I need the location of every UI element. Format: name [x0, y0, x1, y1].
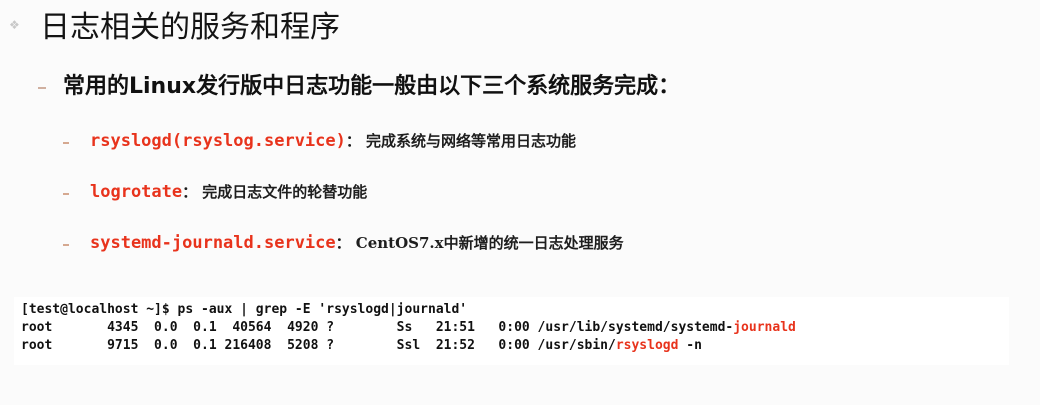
terminal-highlight: journald: [733, 320, 796, 335]
diamond-bullet-icon: ❖: [9, 18, 20, 32]
service-description: CentOS7.x中新增的统一日志处理服务: [355, 234, 624, 252]
terminal-row-suffix: -n: [678, 338, 702, 353]
terminal-row-text: root 4345 0.0 0.1 40564 4920 ? Ss 21:51 …: [21, 320, 734, 335]
terminal-command: [test@localhost ~]$ ps -aux | grep -E 'r…: [21, 302, 468, 317]
slide-title: 日志相关的服务和程序: [40, 10, 340, 45]
terminal-highlight: rsyslogd: [615, 338, 679, 353]
terminal-row-text: root 9715 0.0 0.1 216408 5208 ? Ssl 21:5…: [21, 338, 616, 353]
list-item: logrotate： 完成日志文件的轮替功能: [90, 179, 367, 205]
service-description: 完成系统与网络等常用日志功能: [365, 132, 576, 150]
subheading: 常用的Linux发行版中日志功能一般由以下三个系统服务完成：: [63, 74, 681, 99]
service-name: systemd-journald.service: [90, 233, 336, 253]
separator: ：: [182, 183, 198, 201]
list-item: rsyslogd(rsyslog.service)： 完成系统与网络等常用日志功…: [90, 128, 576, 154]
dash-bullet-icon: [63, 193, 69, 195]
dash-bullet-icon: [38, 87, 46, 89]
separator: ：: [335, 234, 351, 252]
dash-bullet-icon: [63, 244, 69, 246]
service-description: 完成日志文件的轮替功能: [202, 183, 368, 201]
slide: ❖ 日志相关的服务和程序 常用的Linux发行版中日志功能一般由以下三个系统服务…: [0, 0, 1040, 405]
terminal-output: [test@localhost ~]$ ps -aux | grep -E 'r…: [14, 297, 1009, 365]
service-name: rsyslogd(rsyslog.service): [90, 131, 346, 151]
separator: ：: [345, 132, 361, 150]
terminal-row: root 4345 0.0 0.1 40564 4920 ? Ss 21:51 …: [21, 319, 796, 337]
dash-bullet-icon: [63, 142, 69, 144]
terminal-row: root 9715 0.0 0.1 216408 5208 ? Ssl 21:5…: [21, 337, 702, 355]
service-name: logrotate: [90, 182, 183, 202]
list-item: systemd-journald.service： CentOS7.x中新增的统…: [90, 230, 624, 256]
